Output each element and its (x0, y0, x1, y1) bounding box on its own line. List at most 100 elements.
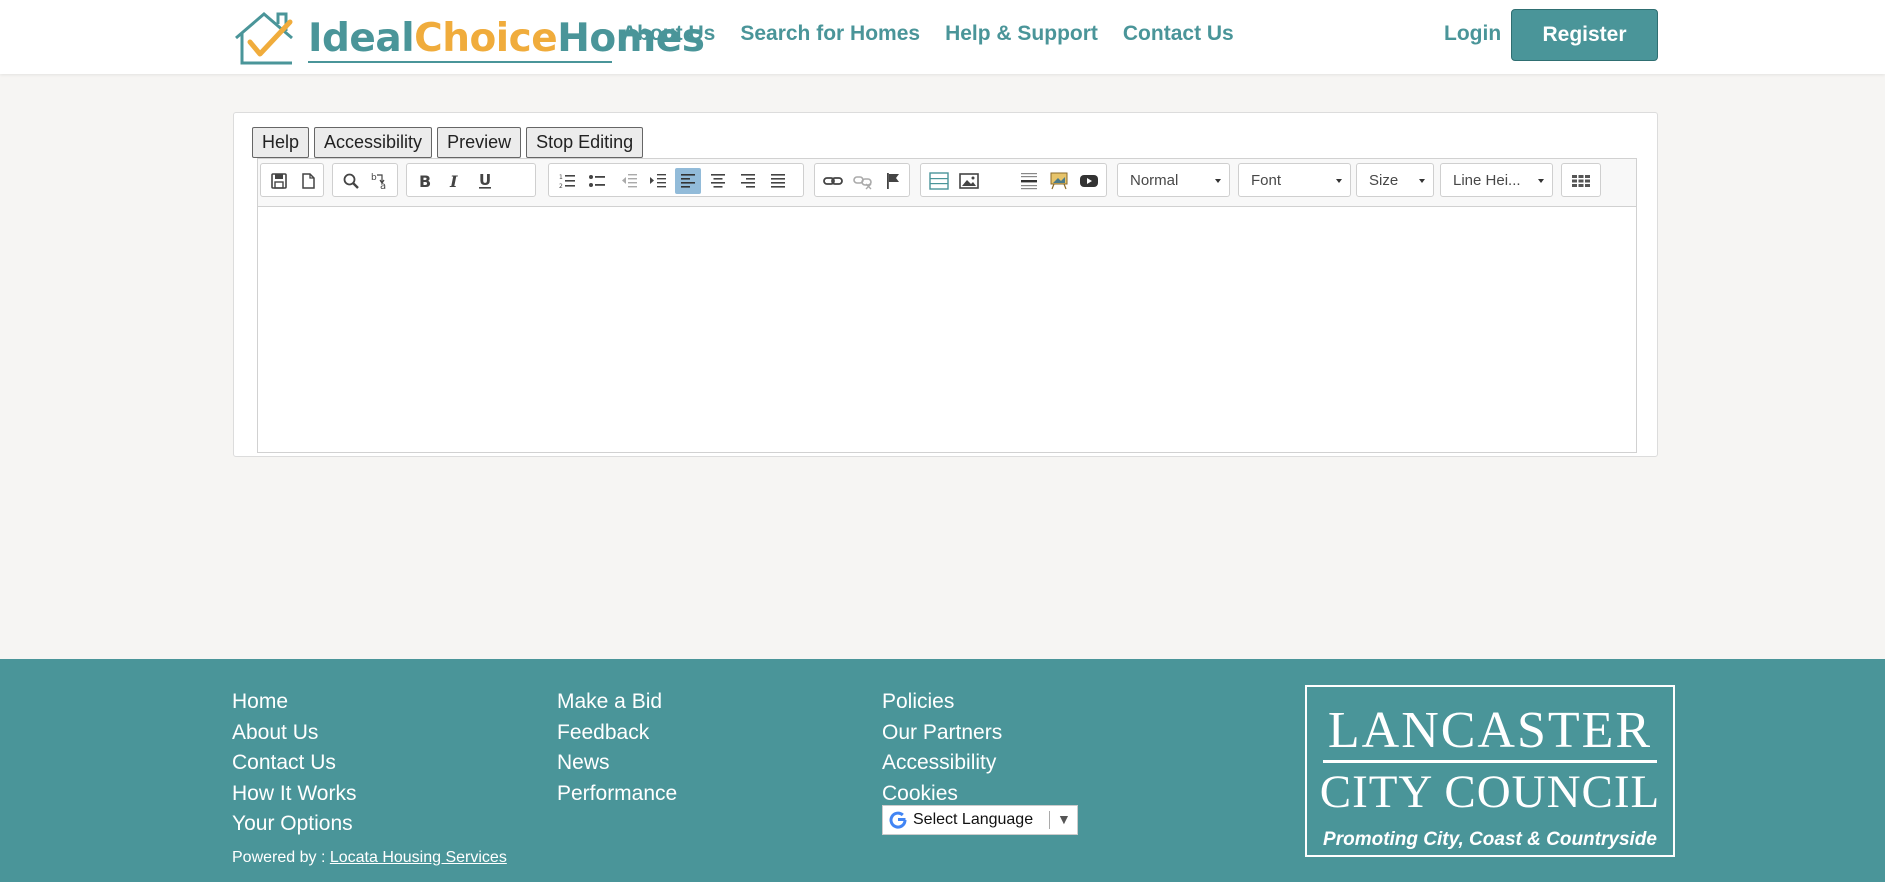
new-page-icon[interactable] (295, 168, 321, 194)
accessibility-button[interactable]: Accessibility (314, 127, 433, 158)
align-left-icon[interactable] (675, 168, 701, 194)
help-button[interactable]: Help (252, 127, 310, 158)
line-height-select[interactable]: Line Hei... (1440, 163, 1553, 197)
footer-link-home[interactable]: Home (232, 687, 356, 718)
indent-icon[interactable] (645, 168, 671, 194)
chevron-down-icon (1336, 179, 1342, 183)
line-height-select-value: Line Hei... (1453, 171, 1521, 189)
powered-by: Powered by : Locata Housing Services (232, 849, 507, 867)
logo-text-choice: Choice (414, 16, 558, 61)
toolbar-group-paragraph: 12 (548, 163, 804, 197)
footer-link-policies[interactable]: Policies (882, 687, 1002, 718)
editor-content-area[interactable] (258, 206, 1636, 452)
register-button[interactable]: Register (1511, 9, 1658, 61)
editor-toolbar: ba B I U 12 Normal Font Size Line Hei... (258, 159, 1636, 205)
toolbar-group-insert (920, 163, 1107, 197)
svg-text:1: 1 (559, 174, 563, 181)
google-g-icon (883, 810, 913, 830)
svg-text:I: I (449, 172, 458, 190)
nav-search-for-homes[interactable]: Search for Homes (740, 22, 920, 46)
toolbar-group-document (260, 163, 324, 197)
nav-help-support[interactable]: Help & Support (945, 22, 1098, 46)
footer-link-make-a-bid[interactable]: Make a Bid (557, 687, 677, 718)
svg-text:2: 2 (559, 183, 563, 190)
footer-column-1: Home About Us Contact Us How It Works Yo… (232, 687, 356, 840)
footer-link-about-us[interactable]: About Us (232, 718, 356, 749)
svg-text:U: U (479, 172, 491, 189)
format-select-value: Normal (1130, 171, 1179, 189)
size-select[interactable]: Size (1356, 163, 1434, 197)
nav-about-us[interactable]: About Us (622, 22, 715, 46)
chevron-down-icon (1419, 179, 1425, 183)
editor-mode-bar: Help Accessibility Preview Stop Editing (252, 127, 644, 158)
align-right-icon[interactable] (735, 168, 761, 194)
outdent-icon[interactable] (616, 168, 642, 194)
size-select-value: Size (1369, 171, 1399, 189)
bold-icon[interactable]: B (412, 168, 438, 194)
anchor-icon[interactable] (880, 168, 906, 194)
footer-column-2: Make a Bid Feedback News Performance (557, 687, 677, 809)
main-nav: About Us Search for Homes Help & Support… (622, 22, 1259, 46)
language-select[interactable]: Select Language ▼ (882, 805, 1078, 835)
link-icon[interactable] (820, 168, 846, 194)
language-select-divider (1049, 811, 1050, 829)
svg-text:b: b (371, 173, 377, 183)
site-footer: Home About Us Contact Us How It Works Yo… (0, 659, 1885, 882)
powered-by-prefix: Powered by : (232, 849, 326, 866)
nav-contact-us[interactable]: Contact Us (1123, 22, 1234, 46)
svg-text:a: a (380, 181, 386, 191)
editor-panel: Help Accessibility Preview Stop Editing (233, 112, 1658, 457)
font-select-value: Font (1251, 171, 1282, 189)
footer-link-news[interactable]: News (557, 748, 677, 779)
svg-text:B: B (419, 172, 431, 190)
unlink-icon[interactable] (850, 168, 876, 194)
find-icon[interactable] (338, 168, 364, 194)
bulleted-list-icon[interactable] (584, 168, 610, 194)
footer-column-3: Policies Our Partners Accessibility Cook… (882, 687, 1002, 809)
align-center-icon[interactable] (705, 168, 731, 194)
footer-link-accessibility[interactable]: Accessibility (882, 748, 1002, 779)
justify-icon[interactable] (765, 168, 791, 194)
table-icon[interactable] (1568, 168, 1594, 194)
footer-link-your-options[interactable]: Your Options (232, 809, 356, 840)
footer-link-our-partners[interactable]: Our Partners (882, 718, 1002, 749)
preview-button[interactable]: Preview (437, 127, 522, 158)
toolbar-group-links (814, 163, 910, 197)
numbered-list-icon[interactable]: 12 (554, 168, 580, 194)
rich-text-editor: ba B I U 12 Normal Font Size Line Hei... (257, 158, 1637, 453)
council-logo-tagline: Promoting City, Coast & Countryside (1323, 829, 1657, 850)
font-select[interactable]: Font (1238, 163, 1351, 197)
council-logo-line1: LANCASTER (1327, 702, 1653, 759)
site-header: IdealChoiceHomes About Us Search for Hom… (0, 0, 1885, 74)
footer-link-feedback[interactable]: Feedback (557, 718, 677, 749)
language-select-label: Select Language (913, 811, 1034, 828)
footer-link-how-it-works[interactable]: How It Works (232, 779, 356, 810)
save-icon[interactable] (266, 168, 292, 194)
chevron-down-icon (1215, 179, 1221, 183)
logo-text-ideal: Ideal (308, 16, 415, 61)
lancaster-council-logo[interactable]: LANCASTER CITY COUNCIL Promoting City, C… (1305, 685, 1675, 857)
template-icon[interactable] (926, 168, 952, 194)
login-link[interactable]: Login (1444, 22, 1501, 46)
image-gallery-icon[interactable] (1046, 168, 1072, 194)
horizontal-line-icon[interactable] (1016, 168, 1042, 194)
footer-link-performance[interactable]: Performance (557, 779, 677, 810)
toolbar-group-find: ba (332, 163, 398, 197)
toolbar-group-table (1561, 163, 1601, 197)
toolbar-group-basic-styles: B I U (406, 163, 536, 197)
powered-by-link[interactable]: Locata Housing Services (330, 849, 507, 866)
replace-icon[interactable]: ba (367, 168, 393, 194)
format-select[interactable]: Normal (1117, 163, 1230, 197)
logo-underline (308, 61, 612, 63)
stop-editing-button[interactable]: Stop Editing (526, 127, 644, 158)
footer-link-contact-us[interactable]: Contact Us (232, 748, 356, 779)
council-logo-rule (1323, 760, 1657, 763)
video-icon[interactable] (1076, 168, 1102, 194)
house-check-icon (235, 12, 293, 65)
underline-icon[interactable]: U (472, 168, 498, 194)
council-logo-line2: CITY COUNCIL (1319, 766, 1661, 818)
image-icon[interactable] (956, 168, 982, 194)
site-logo[interactable]: IdealChoiceHomes (232, 8, 705, 66)
italic-icon[interactable]: I (442, 168, 468, 194)
chevron-down-icon (1538, 179, 1544, 183)
